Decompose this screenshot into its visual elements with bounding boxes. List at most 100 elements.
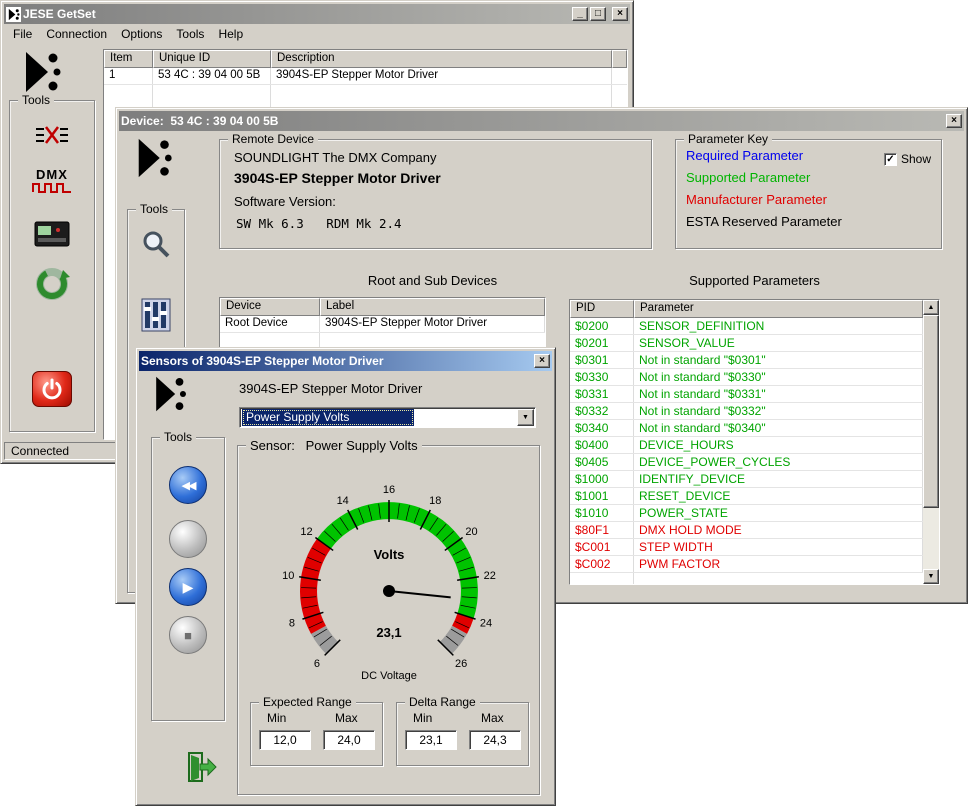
table-row[interactable]: $C001STEP WIDTH: [570, 539, 923, 556]
table-row[interactable]: $0200SENSOR_DEFINITION: [570, 318, 923, 335]
jese-app-icon: [6, 7, 21, 22]
gauge-value: 23,1: [376, 625, 401, 640]
remote-device-legend: Remote Device: [228, 132, 318, 146]
table-cell: $C002: [570, 556, 634, 572]
power-button[interactable]: [32, 371, 72, 407]
maximize-button[interactable]: □: [590, 7, 606, 21]
menu-options[interactable]: Options: [114, 25, 169, 43]
table-cell: $80F1: [570, 522, 634, 538]
gauge-segment: [300, 539, 331, 634]
table-cell: $1000: [570, 471, 634, 487]
min-label: Min: [413, 711, 432, 725]
expected-max-field[interactable]: 24,0: [323, 730, 375, 750]
table-cell: Not in standard "$0332": [634, 403, 923, 419]
sensors-titlebar[interactable]: Sensors of 3904S-EP Stepper Motor Driver…: [139, 351, 552, 371]
getset-toolbar: Tools DMX: [4, 44, 103, 440]
delta-range-group: Delta Range Min Max 23,1 24,3: [396, 702, 529, 766]
delta-max-field[interactable]: 24,3: [469, 730, 521, 750]
col-parameter[interactable]: Parameter: [634, 300, 923, 318]
show-checkbox[interactable]: ✓: [884, 153, 897, 166]
scroll-down-button[interactable]: ▼: [923, 569, 939, 584]
jese-logo: [18, 50, 66, 94]
stop-button[interactable]: ■: [169, 616, 207, 654]
tools-legend: Tools: [18, 93, 54, 107]
col-unique-id[interactable]: Unique ID: [153, 50, 271, 68]
table-row[interactable]: $1001RESET_DEVICE: [570, 488, 923, 505]
table-row[interactable]: $1010POWER_STATE: [570, 505, 923, 522]
col-item[interactable]: Item: [104, 50, 153, 68]
connector-icon[interactable]: [34, 123, 70, 150]
table-cell: SENSOR_DEFINITION: [634, 318, 923, 334]
col-device[interactable]: Device: [220, 298, 320, 316]
stop-icon: ■: [184, 628, 192, 643]
menu-file[interactable]: File: [6, 25, 39, 43]
window-title: Sensors of 3904S-EP Stepper Motor Driver: [141, 354, 532, 368]
connection-status: Connected: [11, 444, 69, 458]
exit-icon[interactable]: [185, 751, 217, 786]
menu-help[interactable]: Help: [211, 25, 250, 43]
col-description[interactable]: Description: [271, 50, 612, 68]
table-cell: $1001: [570, 488, 634, 504]
window-title: Device: 53 4C : 39 04 00 5B: [121, 114, 944, 128]
rewind-button[interactable]: ◀◀: [169, 466, 207, 504]
table-row[interactable]: $1000IDENTIFY_DEVICE: [570, 471, 923, 488]
scrollbar[interactable]: ▲ ▼: [923, 300, 939, 584]
search-icon[interactable]: [139, 228, 173, 265]
close-button[interactable]: ×: [946, 114, 962, 128]
tools-legend: Tools: [160, 430, 196, 444]
dmx-icon[interactable]: DMX: [32, 167, 72, 197]
table-row[interactable]: $80F1DMX HOLD MODE: [570, 522, 923, 539]
chevron-down-icon: ▼: [522, 414, 529, 421]
min-label: Min: [267, 711, 286, 725]
table-row[interactable]: $0331Not in standard "$0331": [570, 386, 923, 403]
table-row[interactable]: 153 4C : 39 04 00 5B3904S-EP Stepper Mot…: [104, 68, 627, 85]
getset-titlebar[interactable]: JESE GetSet _ □ ×: [4, 4, 630, 24]
delta-min-field[interactable]: 23,1: [405, 730, 457, 750]
table-row[interactable]: $0332Not in standard "$0332": [570, 403, 923, 420]
table-row[interactable]: $0405DEVICE_POWER_CYCLES: [570, 454, 923, 471]
play-button[interactable]: ▶: [169, 568, 207, 606]
table-row[interactable]: $0201SENSOR_VALUE: [570, 335, 923, 352]
faders-icon[interactable]: [141, 298, 171, 335]
combo-dropdown-button[interactable]: ▼: [517, 409, 534, 426]
close-button[interactable]: ×: [534, 354, 550, 368]
record-button[interactable]: [169, 520, 207, 558]
power-icon: [40, 377, 64, 401]
table-row[interactable]: $0400DEVICE_HOURS: [570, 437, 923, 454]
parameter-key-group: Parameter Key Required ParameterSupporte…: [675, 139, 942, 249]
table-row[interactable]: $0330Not in standard "$0330": [570, 369, 923, 386]
device-panel-icon[interactable]: [34, 221, 70, 250]
table-empty-area: [570, 573, 923, 584]
table-cell: $0201: [570, 335, 634, 351]
refresh-icon[interactable]: [33, 265, 71, 306]
check-icon: ✓: [886, 154, 894, 165]
menu-connection[interactable]: Connection: [39, 25, 114, 43]
params-table: PID Parameter $0200SENSOR_DEFINITION$020…: [569, 299, 940, 585]
sensors-client: 3904S-EP Stepper Motor Driver Power Supp…: [139, 371, 552, 802]
scroll-up-button[interactable]: ▲: [923, 300, 939, 315]
table-cell: $0340: [570, 420, 634, 436]
col-label[interactable]: Label: [320, 298, 545, 316]
minimize-button[interactable]: _: [572, 7, 588, 21]
show-checkbox-label: Show: [901, 152, 931, 166]
sensor-select[interactable]: Power Supply Volts ▼: [239, 407, 536, 428]
window-sensors: Sensors of 3904S-EP Stepper Motor Driver…: [135, 347, 556, 806]
table-row[interactable]: Root Device3904S-EP Stepper Motor Driver: [220, 316, 545, 333]
jese-logo: [131, 137, 177, 179]
scrollbar-track[interactable]: [923, 315, 939, 569]
menu-tools[interactable]: Tools: [169, 25, 211, 43]
table-cell: $0200: [570, 318, 634, 334]
table-row[interactable]: $0340Not in standard "$0340": [570, 420, 923, 437]
table-cell: $1010: [570, 505, 634, 521]
table-row[interactable]: $C002PWM FACTOR: [570, 556, 923, 573]
scrollbar-thumb[interactable]: [923, 315, 939, 508]
gauge-tick-label: 24: [480, 618, 492, 630]
close-button[interactable]: ×: [612, 7, 628, 21]
col-pid[interactable]: PID: [570, 300, 634, 318]
table-row[interactable]: $0301Not in standard "$0301": [570, 352, 923, 369]
param-key-item: ESTA Reserved Parameter: [676, 211, 842, 233]
device-titlebar[interactable]: Device: 53 4C : 39 04 00 5B ×: [119, 111, 964, 131]
software-version-label: Software Version:: [234, 194, 336, 209]
parameter-key-legend: Parameter Key: [684, 132, 772, 146]
expected-min-field[interactable]: 12,0: [259, 730, 311, 750]
